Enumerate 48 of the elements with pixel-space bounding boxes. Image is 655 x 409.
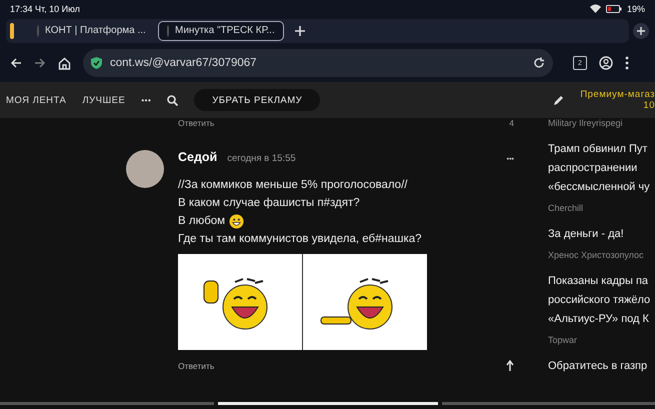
status-time: 17:34 Чт, 10 Июл <box>10 4 80 14</box>
plus-icon[interactable] <box>633 22 649 38</box>
shield-check-icon <box>91 57 102 69</box>
article-title-line[interactable]: «Альтиус-РУ» под К <box>548 310 655 329</box>
comment-time: сегодня в 15:55 <box>227 153 296 164</box>
article-title-line[interactable]: распространении <box>548 159 655 178</box>
more-menu[interactable]: ••• <box>141 96 152 104</box>
wifi-icon <box>590 4 601 13</box>
address-bar[interactable]: cont.ws/@varvar67/3079067 <box>83 49 553 77</box>
forward-icon[interactable] <box>34 57 46 69</box>
article-author[interactable]: Topwar <box>548 335 655 345</box>
article-title-line[interactable]: российского тяжёло <box>548 291 655 310</box>
premium-count: 10 <box>643 100 655 111</box>
article-title-line[interactable]: За деньги - да! <box>548 225 655 244</box>
new-tab-icon[interactable] <box>294 24 306 36</box>
comment-text: Где ты там коммунистов увидела, еб#нашка? <box>178 232 422 247</box>
article-author[interactable]: Cherchill <box>548 203 655 213</box>
article-author[interactable]: Military Ilreyrispegi <box>548 118 655 128</box>
remove-ads-button[interactable]: УБРАТЬ РЕКЛАМУ <box>194 89 320 111</box>
comment-author[interactable]: Седой <box>178 150 218 164</box>
tab-group-marker[interactable] <box>10 22 14 38</box>
article-author[interactable]: Хренос Христозопулос <box>548 250 655 260</box>
comment-text: //За коммиков меньше 5% проголосовало// <box>178 178 408 193</box>
home-icon[interactable] <box>58 56 71 70</box>
article-title-line[interactable]: Обратитесь в газпр <box>548 357 655 376</box>
nav-link[interactable]: МОЯ ЛЕНТА <box>6 94 66 106</box>
search-icon[interactable] <box>167 94 178 106</box>
pencil-icon[interactable] <box>553 94 564 106</box>
avatar-photo-placeholder[interactable] <box>126 150 164 188</box>
battery-percent: 19% <box>626 4 645 14</box>
smiley-emoji-icon <box>229 214 244 228</box>
up-arrow-icon[interactable] <box>506 360 514 372</box>
comment-text: В любом <box>178 214 226 229</box>
comment-text: В каком случае фашисты п#здят? <box>178 196 360 211</box>
reply-link[interactable]: Ответить <box>178 118 214 128</box>
nav-link[interactable]: ЛУЧШЕЕ <box>82 94 126 106</box>
article-title-line[interactable]: Показаны кадры па <box>548 272 655 291</box>
reload-icon[interactable] <box>533 57 545 69</box>
article-title-line[interactable]: «бессмысленной чу <box>548 178 655 197</box>
account-icon[interactable] <box>599 56 613 70</box>
browser-tab[interactable]: Минутка "ТРЕСК КР... <box>158 20 284 40</box>
more-icon[interactable] <box>625 56 629 70</box>
vote-count: 4 <box>509 118 514 128</box>
article-title-line[interactable]: Трамп обвинил Пут <box>548 140 655 159</box>
reply-link[interactable]: Ответить <box>178 361 214 371</box>
back-icon[interactable] <box>10 57 22 69</box>
battery-icon <box>606 4 622 12</box>
premium-shop-link[interactable]: Премиум-магаз <box>580 89 655 100</box>
